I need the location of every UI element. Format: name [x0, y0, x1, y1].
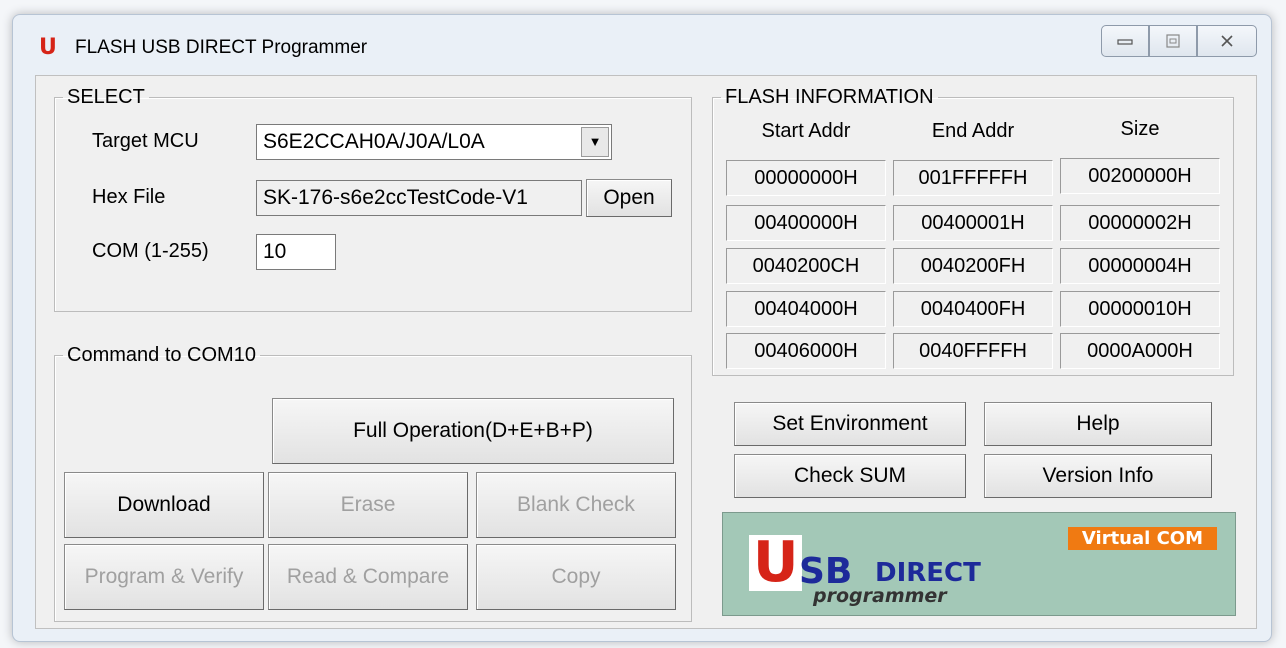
full-operation-button[interactable]: Full Operation(D+E+B+P) [272, 398, 674, 464]
flash-cell: 00000000H [726, 160, 886, 196]
flash-cell: 00400001H [893, 205, 1053, 241]
flash-cell: 00400000H [726, 205, 886, 241]
maximize-button[interactable] [1149, 25, 1197, 57]
set-environment-button[interactable]: Set Environment [734, 402, 966, 446]
version-info-button[interactable]: Version Info [984, 454, 1212, 498]
window-controls [1101, 25, 1257, 57]
flash-cell: 0040200CH [726, 248, 886, 284]
col-header-start: Start Addr [761, 120, 851, 142]
flash-cell: 00404000H [726, 291, 886, 327]
logo-direct-text: DIRECT [875, 558, 981, 588]
minimize-icon [1117, 39, 1133, 45]
download-button[interactable]: Download [64, 472, 264, 538]
com-input[interactable]: 10 [256, 234, 336, 270]
read-compare-button[interactable]: Read & Compare [268, 544, 468, 610]
flash-cell: 00000004H [1060, 248, 1220, 284]
copy-button[interactable]: Copy [476, 544, 676, 610]
open-button[interactable]: Open [586, 179, 672, 217]
hex-file-field[interactable]: SK-176-s6e2ccTestCode-V1 [256, 180, 582, 216]
command-legend: Command to COM10 [67, 344, 256, 366]
erase-button[interactable]: Erase [268, 472, 468, 538]
dropdown-arrow-icon[interactable]: ▼ [581, 127, 609, 157]
hex-file-value: SK-176-s6e2ccTestCode-V1 [263, 186, 528, 209]
minimize-button[interactable] [1101, 25, 1149, 57]
hex-file-label: Hex File [92, 186, 166, 208]
col-header-size: Size [1120, 118, 1160, 140]
flash-cell: 00000002H [1060, 205, 1220, 241]
blank-check-button[interactable]: Blank Check [476, 472, 676, 538]
title-bar[interactable]: U FLASH USB DIRECT Programmer [13, 15, 1271, 71]
flash-cell: 0000A000H [1060, 333, 1220, 369]
flash-cell: 00200000H [1060, 158, 1220, 194]
flash-cell: 0040200FH [893, 248, 1053, 284]
col-header-end: End Addr [931, 120, 1015, 142]
close-button[interactable] [1197, 25, 1257, 57]
window-title: FLASH USB DIRECT Programmer [75, 37, 368, 58]
target-mcu-value: S6E2CCAH0A/J0A/L0A [263, 130, 485, 153]
target-mcu-label: Target MCU [92, 130, 199, 152]
client-area: SELECT Target MCU S6E2CCAH0A/J0A/L0A ▼ H… [35, 75, 1257, 629]
com-value: 10 [263, 240, 287, 263]
com-label: COM (1-255) [92, 240, 209, 262]
logo-programmer-text: programmer [813, 585, 947, 607]
flash-cell: 001FFFFFH [893, 160, 1053, 196]
flash-info-legend: FLASH INFORMATION [725, 86, 934, 108]
check-sum-button[interactable]: Check SUM [734, 454, 966, 498]
usb-direct-logo: Virtual COM U SB DIRECT programmer [722, 512, 1236, 616]
virtual-com-badge: Virtual COM [1067, 527, 1217, 550]
close-icon [1221, 35, 1233, 47]
flash-cell: 00406000H [726, 333, 886, 369]
help-button[interactable]: Help [984, 402, 1212, 446]
program-verify-button[interactable]: Program & Verify [64, 544, 264, 610]
programmer-window: U FLASH USB DIRECT Programmer SELECT Tar… [12, 14, 1272, 642]
maximize-icon [1166, 34, 1180, 48]
target-mcu-dropdown[interactable]: S6E2CCAH0A/J0A/L0A ▼ [256, 124, 612, 160]
select-legend: SELECT [67, 86, 145, 108]
flash-cell: 00000010H [1060, 291, 1220, 327]
logo-u-letter: U [749, 535, 803, 591]
flash-cell: 0040400FH [893, 291, 1053, 327]
flash-cell: 0040FFFFH [893, 333, 1053, 369]
app-u-icon: U [39, 35, 57, 60]
